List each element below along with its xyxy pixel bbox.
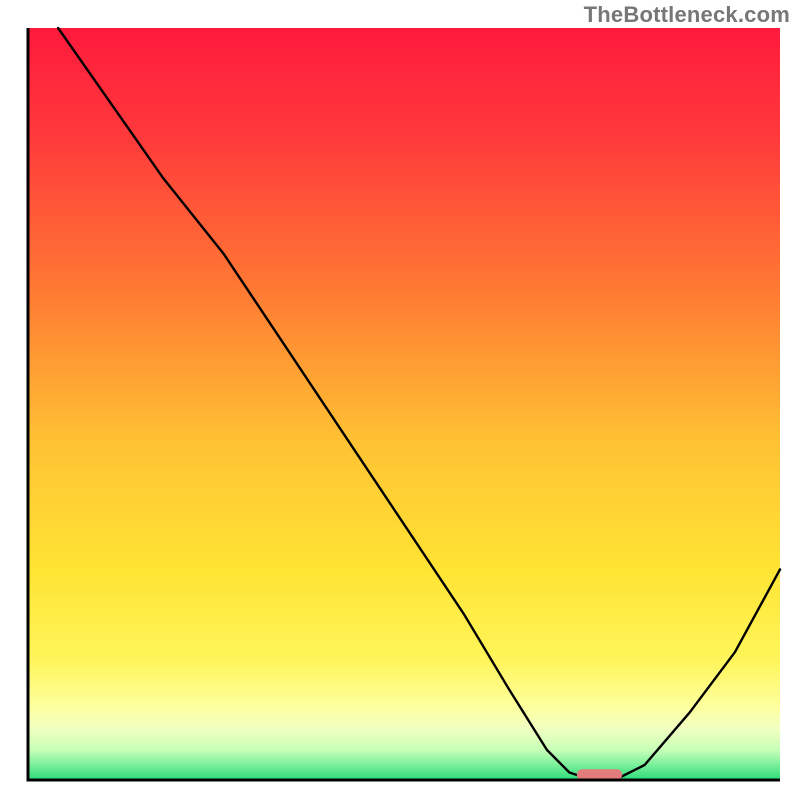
bottleneck-chart bbox=[0, 0, 800, 800]
chart-container: TheBottleneck.com bbox=[0, 0, 800, 800]
watermark-text: TheBottleneck.com bbox=[584, 2, 790, 28]
plot-background bbox=[28, 28, 780, 780]
